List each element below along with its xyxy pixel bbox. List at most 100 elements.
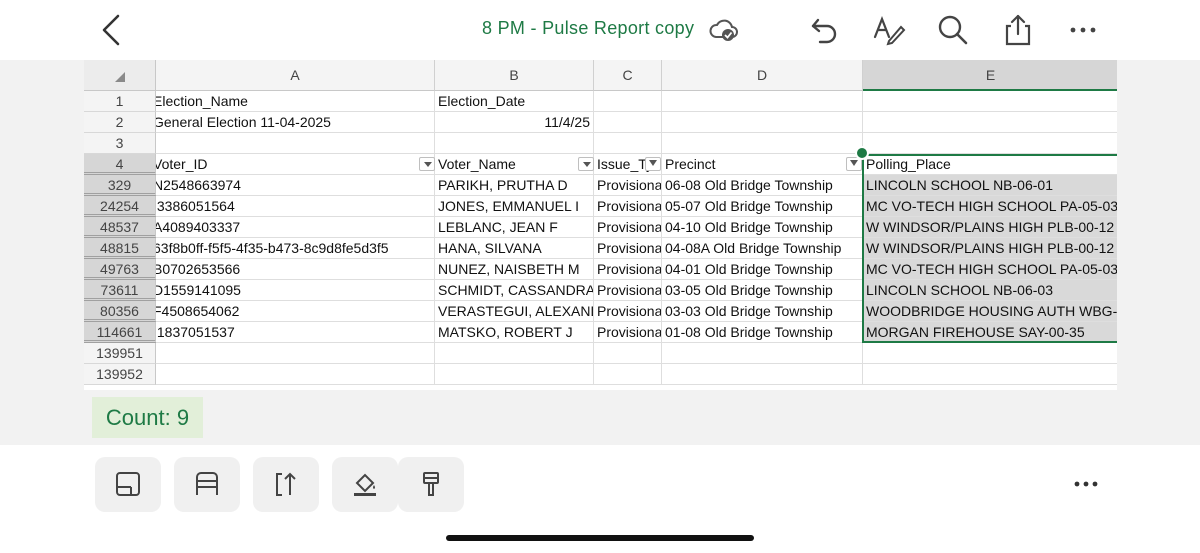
share-icon[interactable] (1001, 13, 1035, 47)
table-cell[interactable]: General Election 11-04-2025 (156, 112, 435, 133)
table-cell[interactable]: NUNEZ, NAISBETH M (435, 259, 594, 280)
table-cell[interactable]: 03-05 Old Bridge Township (662, 280, 863, 301)
cloud-sync-icon[interactable] (707, 13, 741, 47)
table-cell[interactable]: 11/4/25 (435, 112, 594, 133)
column-header-d[interactable]: D (662, 60, 863, 91)
selection-handle[interactable] (855, 146, 869, 160)
table-cell[interactable]: W WINDSOR/PLAINS HIGH PLB-00-12 (863, 238, 1117, 259)
table-cell[interactable]: Election_Date (435, 91, 594, 112)
table-cell[interactable]: Provisiona (594, 217, 662, 238)
column-header-b[interactable]: B (435, 60, 594, 91)
row-header[interactable]: 1 (84, 91, 156, 112)
table-cell[interactable] (863, 364, 1117, 385)
table-cell[interactable] (594, 133, 662, 154)
table-cell[interactable]: I3386051564 (156, 196, 435, 217)
row-header[interactable]: 24254 (84, 196, 156, 217)
table-cell[interactable]: 01-08 Old Bridge Township (662, 322, 863, 343)
table-cell[interactable] (156, 343, 435, 364)
table-cell[interactable]: VERASTEGUI, ALEXANDE (435, 301, 594, 322)
keyboard-button[interactable] (95, 457, 161, 512)
row-header[interactable]: 114661 (84, 322, 156, 343)
row-header[interactable]: 73611 (84, 280, 156, 301)
table-cell[interactable] (594, 364, 662, 385)
table-cell[interactable]: Provisiona (594, 238, 662, 259)
table-cell[interactable] (662, 364, 863, 385)
table-cell[interactable]: W WINDSOR/PLAINS HIGH PLB-00-12 (863, 217, 1117, 238)
filter-dropdown-icon[interactable] (645, 157, 661, 171)
table-cell[interactable]: 05-07 Old Bridge Township (662, 196, 863, 217)
table-cell[interactable]: SCHMIDT, CASSANDRA E (435, 280, 594, 301)
row-header[interactable]: 49763 (84, 259, 156, 280)
table-cell[interactable]: LINCOLN SCHOOL NB-06-01 (863, 175, 1117, 196)
more-icon[interactable] (1066, 13, 1100, 47)
table-cell[interactable]: 04-10 Old Bridge Township (662, 217, 863, 238)
table-cell[interactable]: Provisiona (594, 280, 662, 301)
table-cell[interactable]: Provisiona (594, 322, 662, 343)
search-icon[interactable] (936, 13, 970, 47)
table-format-button[interactable] (174, 457, 240, 512)
row-header[interactable]: 48537 (84, 217, 156, 238)
fill-color-button[interactable] (332, 457, 398, 512)
table-cell[interactable] (662, 133, 863, 154)
undo-icon[interactable] (808, 13, 842, 47)
table-cell[interactable] (156, 133, 435, 154)
select-all-corner[interactable] (84, 60, 156, 91)
table-cell[interactable] (594, 91, 662, 112)
table-cell[interactable] (435, 343, 594, 364)
column-header-a[interactable]: A (156, 60, 435, 91)
table-cell[interactable]: Provisiona (594, 259, 662, 280)
table-cell[interactable] (594, 112, 662, 133)
table-cell[interactable]: MC VO-TECH HIGH SCHOOL PA-05-03 (863, 259, 1117, 280)
row-header[interactable]: 80356 (84, 301, 156, 322)
table-cell[interactable]: MATSKO, ROBERT J (435, 322, 594, 343)
filter-dropdown-icon[interactable] (419, 157, 435, 171)
table-cell[interactable]: MC VO-TECH HIGH SCHOOL PA-05-03 (863, 196, 1117, 217)
table-cell[interactable] (863, 343, 1117, 364)
table-cell[interactable] (662, 343, 863, 364)
table-cell[interactable]: Provisiona (594, 301, 662, 322)
text-draw-icon[interactable] (872, 13, 906, 47)
spreadsheet-grid[interactable]: A B C D E 1 Election_Name Election_Date 2 General… (84, 60, 1117, 390)
filter-dropdown-icon[interactable] (578, 157, 594, 171)
more-icon[interactable] (1072, 474, 1100, 494)
back-chevron-icon[interactable] (98, 12, 128, 48)
table-cell[interactable]: LINCOLN SCHOOL NB-06-03 (863, 280, 1117, 301)
column-header-e[interactable]: E (863, 60, 1117, 91)
table-cell[interactable] (662, 91, 863, 112)
row-header[interactable]: 139952 (84, 364, 156, 385)
table-cell[interactable]: 04-08A Old Bridge Township (662, 238, 863, 259)
format-painter-button[interactable] (398, 457, 464, 512)
table-cell[interactable]: A4089403337 (156, 217, 435, 238)
document-title[interactable]: 8 PM - Pulse Report copy (482, 18, 694, 39)
table-cell[interactable]: Provisiona (594, 175, 662, 196)
table-cell[interactable] (435, 364, 594, 385)
column-header-c[interactable]: C (594, 60, 662, 91)
insert-button[interactable] (253, 457, 319, 512)
row-header[interactable]: 4 (84, 154, 156, 175)
table-cell[interactable]: LEBLANC, JEAN F (435, 217, 594, 238)
header-cell[interactable]: Voter_Name (435, 154, 594, 175)
table-cell[interactable] (435, 133, 594, 154)
table-cell[interactable] (156, 364, 435, 385)
table-cell[interactable] (594, 343, 662, 364)
table-cell[interactable]: D1559141095 (156, 280, 435, 301)
row-header[interactable]: 329 (84, 175, 156, 196)
header-cell[interactable]: Voter_ID (156, 154, 435, 175)
table-cell[interactable] (863, 133, 1117, 154)
table-cell[interactable]: N2548663974 (156, 175, 435, 196)
table-cell[interactable]: 06-08 Old Bridge Township (662, 175, 863, 196)
row-header[interactable]: 48815 (84, 238, 156, 259)
table-cell[interactable]: WOODBRIDGE HOUSING AUTH WBG-01 (863, 301, 1117, 322)
row-header[interactable]: 139951 (84, 343, 156, 364)
row-header[interactable]: 2 (84, 112, 156, 133)
row-header[interactable]: 3 (84, 133, 156, 154)
table-cell[interactable] (863, 91, 1117, 112)
table-cell[interactable] (662, 112, 863, 133)
table-cell[interactable] (863, 112, 1117, 133)
table-cell[interactable]: PARIKH, PRUTHA D (435, 175, 594, 196)
table-cell[interactable]: 63f8b0ff-f5f5-4f35-b473-8c9d8fe5d3f5 (156, 238, 435, 259)
table-cell[interactable]: 04-01 Old Bridge Township (662, 259, 863, 280)
table-cell[interactable]: B0702653566 (156, 259, 435, 280)
table-cell[interactable]: JONES, EMMANUEL I (435, 196, 594, 217)
table-cell[interactable]: MORGAN FIREHOUSE SAY-00-35 (863, 322, 1117, 343)
